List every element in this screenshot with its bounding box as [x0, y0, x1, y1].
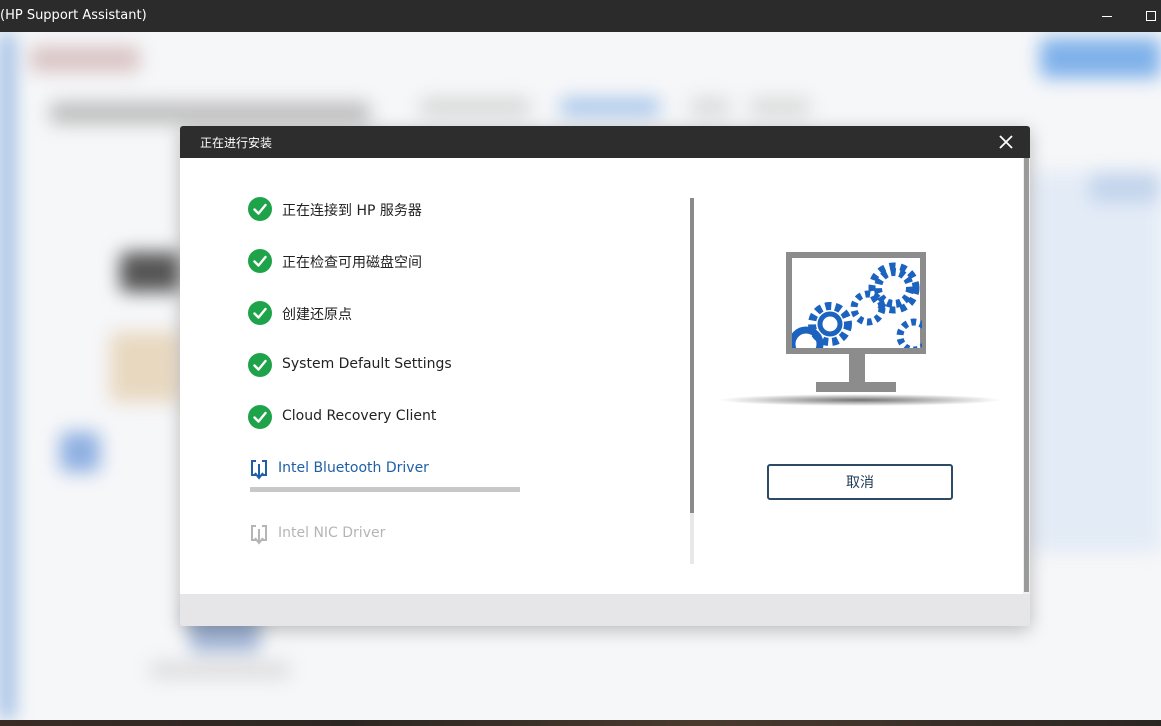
bg-tab-3: [690, 98, 730, 116]
install-progress-fill: [250, 487, 520, 492]
step-label: 正在连接到 HP 服务器: [282, 203, 422, 219]
bg-device-image: [120, 252, 180, 292]
download-icon: [248, 457, 272, 481]
bg-top-button: [1040, 38, 1161, 78]
step-label: 正在检查可用磁盘空间: [282, 255, 422, 271]
check-circle-icon: [248, 249, 272, 273]
window-title: (HP Support Assistant): [0, 8, 147, 23]
check-circle-icon: [248, 353, 272, 377]
dialog-title: 正在进行安装: [200, 136, 273, 150]
taskbar-strip: [0, 720, 1161, 726]
monitor-gears-icon: [718, 246, 1006, 416]
window-titlebar: (HP Support Assistant): [0, 0, 1161, 32]
bg-tab-4: [750, 98, 810, 116]
step-label: Intel Bluetooth Driver: [278, 460, 429, 476]
dialog-footer: [180, 594, 1030, 626]
maximize-button[interactable]: [1139, 4, 1161, 28]
install-progress-bar: [250, 487, 520, 492]
bg-tab-1: [420, 98, 530, 116]
step-label: 创建还原点: [282, 307, 352, 323]
check-circle-icon: [248, 301, 272, 325]
dialog-header: 正在进行安装: [180, 126, 1030, 158]
bg-tab-2: [560, 98, 660, 116]
minimize-button[interactable]: [1095, 4, 1119, 28]
bg-card: [110, 332, 180, 402]
bg-left-icon: [60, 432, 100, 472]
cancel-button[interactable]: 取消: [767, 464, 953, 500]
check-circle-icon: [248, 405, 272, 429]
download-icon: [248, 522, 272, 546]
install-dialog: 正在进行安装 正在连接到 HP 服务器 正在检查可用磁盘空间 创建还原点 Sys…: [180, 126, 1030, 626]
step-label: System Default Settings: [282, 356, 452, 372]
step-label: Cloud Recovery Client: [282, 408, 437, 424]
bg-right-panel: [1030, 172, 1161, 552]
step-list-scrollbar-thumb[interactable]: [690, 198, 694, 513]
step-label: Intel NIC Driver: [278, 525, 386, 541]
bg-left-edge: [0, 32, 14, 720]
bg-bottom-text: [150, 662, 290, 678]
bg-heading: [50, 102, 370, 124]
close-icon[interactable]: [996, 132, 1016, 152]
bg-logo: [30, 46, 140, 72]
dialog-scrollbar-thumb[interactable]: [1024, 158, 1029, 592]
check-circle-icon: [248, 197, 272, 221]
bg-right-chip: [1090, 172, 1161, 202]
